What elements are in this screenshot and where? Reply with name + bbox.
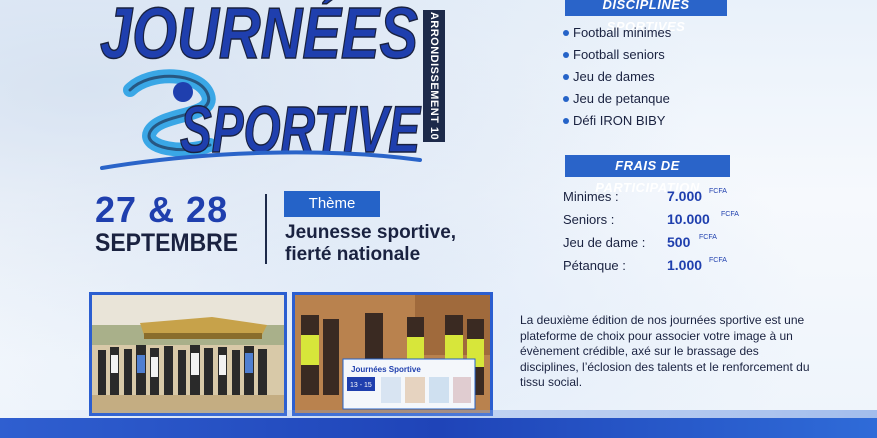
- disciplines-heading: Disciplines sportives: [565, 0, 727, 34]
- fee-row: Jeu de dame : 500 FCFA: [563, 232, 763, 255]
- fee-label: Pétanque :: [563, 258, 626, 273]
- list-item: Football minimes: [563, 22, 671, 44]
- fee-row: Pétanque : 1.000 FCFA: [563, 255, 763, 278]
- fee-amount: 10.000: [667, 211, 710, 227]
- list-item: Défi IRON BIBY: [563, 110, 671, 132]
- fee-currency: FCFA: [709, 257, 727, 264]
- list-item: Football seniors: [563, 44, 671, 66]
- fee-row: Minimes : 7.000 FCFA: [563, 186, 763, 209]
- banner-title-text: Journées Sportive: [351, 365, 421, 374]
- fees-table: Minimes : 7.000 FCFA Seniors : 10.000 FC…: [563, 186, 763, 278]
- theme-line-2: fierté nationale: [285, 244, 421, 265]
- bullet-icon: [563, 52, 569, 58]
- banner-date-text: 13 - 15: [350, 382, 372, 389]
- theme-line-1: Jeunesse sportive,: [285, 222, 457, 243]
- bullet-icon: [563, 96, 569, 102]
- fee-currency: FCFA: [721, 211, 739, 218]
- event-photo-banner: Journées Sportive 13 - 15: [292, 292, 493, 416]
- fee-currency: FCFA: [699, 234, 717, 241]
- fee-amount: 1.000: [667, 257, 703, 273]
- vertical-divider: [265, 194, 267, 264]
- fee-row: Seniors : 10.000 FCFA: [563, 209, 763, 232]
- event-title: JOURNÉES SPORTIVE: [99, 0, 422, 170]
- arrondissement-tag: ARRONDISSEMENT 10: [423, 10, 445, 142]
- event-photo-outdoor: [89, 292, 287, 416]
- theme-text: Jeunesse sportive, fierté nationale: [285, 222, 456, 266]
- photo-outdoor-image: [92, 295, 284, 413]
- list-item: Jeu de petanque: [563, 88, 671, 110]
- title-line-1: JOURNÉES: [100, 0, 418, 74]
- event-description: La deuxième édition de nos journées spor…: [520, 313, 810, 389]
- disciplines-list: Football minimes Football seniors Jeu de…: [563, 22, 671, 132]
- event-month: SEPTEMBRE: [95, 229, 239, 257]
- fee-currency: FCFA: [709, 188, 727, 195]
- event-dates: 27 & 28 SEPTEMBRE: [95, 192, 251, 258]
- fee-amount: 7.000: [667, 188, 703, 204]
- fees-heading: Frais de participation: [565, 155, 730, 195]
- bullet-icon: [563, 30, 569, 36]
- fee-label: Jeu de dame :: [563, 235, 646, 250]
- fee-label: Seniors :: [563, 212, 615, 227]
- event-days: 27 & 28: [95, 189, 229, 230]
- footer-band: [0, 418, 877, 438]
- fee-amount: 500: [667, 234, 691, 250]
- fee-label: Minimes :: [563, 189, 619, 204]
- list-item: Jeu de dames: [563, 66, 671, 88]
- arrondissement-label: ARRONDISSEMENT 10: [428, 11, 440, 141]
- bullet-icon: [563, 118, 569, 124]
- bullet-icon: [563, 74, 569, 80]
- theme-badge: Thème: [284, 191, 380, 217]
- photo-banner-image: Journées Sportive 13 - 15: [295, 295, 490, 413]
